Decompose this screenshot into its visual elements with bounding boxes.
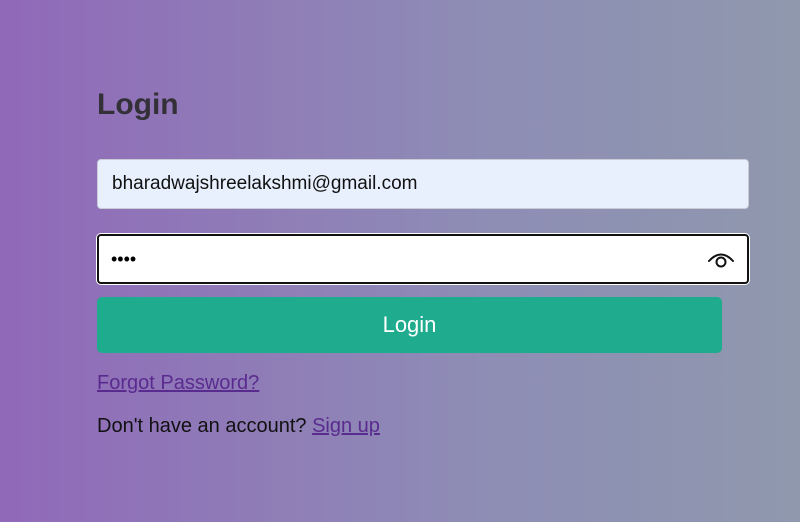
password-value: •••• — [111, 249, 137, 269]
email-field[interactable]: bharadwajshreelakshmi@gmail.com — [97, 159, 749, 209]
signup-prompt-text: Don't have an account? — [97, 415, 307, 437]
page-title: Login — [97, 88, 179, 121]
login-form: Login bharadwajshreelakshmi@gmail.com ••… — [97, 88, 749, 437]
password-field[interactable]: •••• — [97, 234, 749, 284]
eye-icon[interactable] — [707, 248, 735, 270]
signup-prompt: Don't have an account? Sign up — [97, 415, 380, 438]
email-value: bharadwajshreelakshmi@gmail.com — [112, 173, 418, 194]
forgot-password-link[interactable]: Forgot Password? — [97, 372, 259, 395]
login-button[interactable]: Login — [97, 297, 722, 353]
signup-link[interactable]: Sign up — [312, 415, 380, 437]
